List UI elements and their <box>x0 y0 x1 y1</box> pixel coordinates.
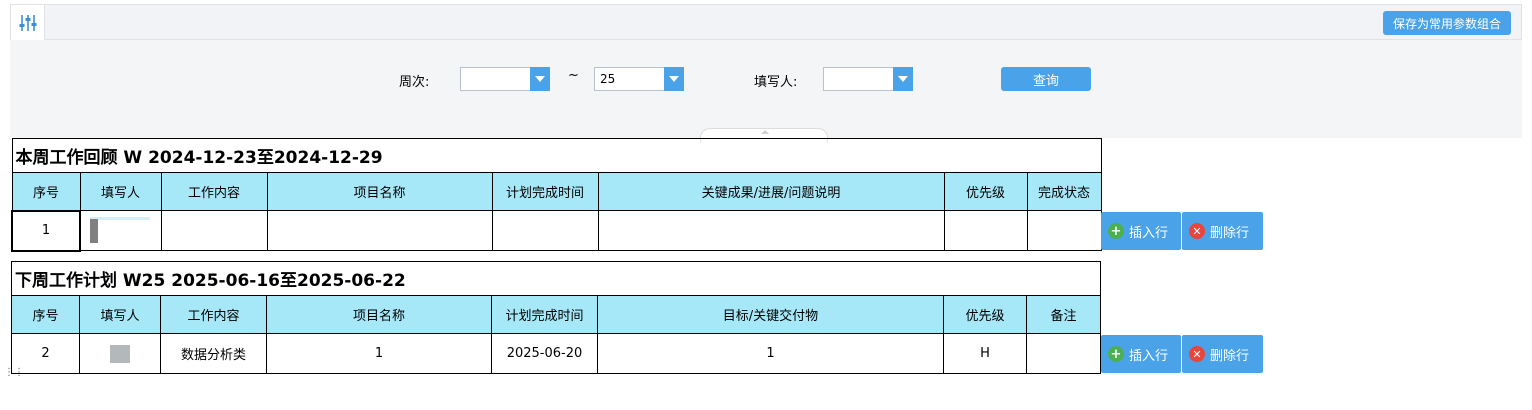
insert-row-label: 插入行 <box>1129 225 1169 241</box>
writer-select[interactable] <box>823 67 913 91</box>
status-cell[interactable] <box>1026 210 1102 251</box>
column-header: 优先级 <box>943 172 1028 211</box>
filter-panel: 周次: ~ 25 填写人: 查询 <box>10 40 1522 142</box>
insert-row-label: 插入行 <box>1129 348 1169 364</box>
column-header: 工作内容 <box>160 295 267 334</box>
week-to-value: 25 <box>600 72 616 86</box>
column-header: 计划完成时间 <box>491 295 598 334</box>
column-header: 序号 <box>11 295 80 334</box>
writer-avatar <box>110 344 130 363</box>
plus-icon: + <box>1108 346 1124 362</box>
close-icon: ✕ <box>1189 223 1205 239</box>
column-header: 关键成果/进展/问题说明 <box>597 172 945 211</box>
chevron-down-icon[interactable] <box>664 67 684 91</box>
save-params-button[interactable]: 保存为常用参数组合 <box>1382 11 1511 35</box>
drag-handle-icon[interactable]: ⋮⋮ <box>4 368 24 378</box>
range-separator: ~ <box>568 68 579 83</box>
content-cell[interactable] <box>160 210 268 251</box>
delete-row-button[interactable]: ✕ 删除行 <box>1182 335 1263 373</box>
column-header: 填写人 <box>79 295 161 334</box>
plan-table-title: 下周工作计划 W25 2025-06-16至2025-06-22 <box>11 261 1101 296</box>
chevron-down-icon[interactable] <box>893 67 913 91</box>
column-header: 备注 <box>1026 295 1101 334</box>
plan-table: 下周工作计划 W25 2025-06-16至2025-06-22 序号 填写人 … <box>11 261 1101 374</box>
column-header: 工作内容 <box>160 172 268 211</box>
priority-cell[interactable] <box>943 210 1028 251</box>
project-cell[interactable] <box>266 210 493 251</box>
delete-row-label: 删除行 <box>1210 225 1250 241</box>
query-button[interactable]: 查询 <box>1001 67 1091 91</box>
delete-row-label: 删除行 <box>1210 348 1250 364</box>
writer-cell[interactable] <box>79 333 161 374</box>
delete-row-button[interactable]: ✕ 删除行 <box>1182 212 1263 250</box>
week-label: 周次: <box>399 75 430 90</box>
plus-icon: + <box>1108 223 1124 239</box>
table-row: 1 <box>11 209 1102 252</box>
column-header: 序号 <box>11 172 81 211</box>
insert-row-button[interactable]: + 插入行 <box>1101 335 1181 373</box>
week-from-select[interactable] <box>460 67 550 91</box>
priority-cell[interactable]: H <box>943 333 1027 374</box>
column-header: 填写人 <box>79 172 162 211</box>
writer-cell[interactable] <box>79 210 162 251</box>
column-header: 优先级 <box>943 295 1027 334</box>
column-header: 项目名称 <box>266 295 492 334</box>
table-row: 2 数据分析类 1 2025-06-20 1 H <box>11 333 1101 374</box>
project-cell[interactable]: 1 <box>266 333 492 374</box>
close-icon: ✕ <box>1189 346 1205 362</box>
writer-avatar <box>90 219 98 243</box>
plan-date-cell[interactable] <box>491 210 599 251</box>
chevron-up-icon <box>761 130 769 134</box>
week-to-select[interactable]: 25 <box>594 67 684 91</box>
sliders-icon[interactable] <box>11 5 45 41</box>
insert-row-button[interactable]: + 插入行 <box>1101 212 1181 250</box>
note-cell[interactable] <box>1026 333 1101 374</box>
review-table: 本周工作回顾 W 2024-12-23至2024-12-29 序号 填写人 工作… <box>11 138 1102 252</box>
review-table-title: 本周工作回顾 W 2024-12-23至2024-12-29 <box>11 138 1102 173</box>
column-header: 完成状态 <box>1026 172 1102 211</box>
writer-avatar <box>90 217 150 220</box>
writer-label: 填写人: <box>754 75 798 90</box>
toolbar: 保存为常用参数组合 <box>10 4 1522 41</box>
content-cell[interactable]: 数据分析类 <box>160 333 267 374</box>
column-header: 计划完成时间 <box>491 172 599 211</box>
column-header: 项目名称 <box>266 172 493 211</box>
chevron-down-icon[interactable] <box>530 67 550 91</box>
plan-date-cell[interactable]: 2025-06-20 <box>491 333 598 374</box>
target-cell[interactable]: 1 <box>597 333 944 374</box>
row-number-cell[interactable]: 1 <box>11 209 81 252</box>
column-header: 目标/关键交付物 <box>597 295 944 334</box>
result-cell[interactable] <box>597 210 945 251</box>
